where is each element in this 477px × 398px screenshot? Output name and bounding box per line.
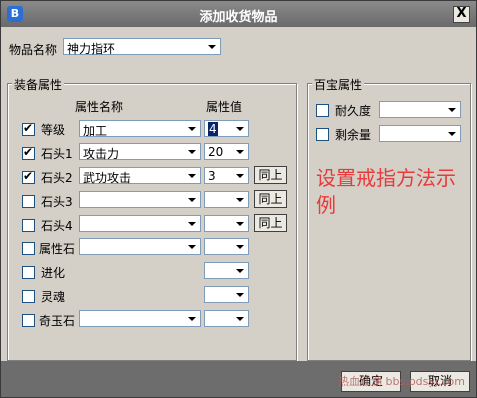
item-name-value: 神力指环 — [67, 42, 116, 56]
attr-value-combo-evolution[interactable] — [204, 262, 249, 279]
remaining-combo[interactable] — [379, 125, 461, 142]
attr-value: 3 — [208, 169, 216, 183]
attr-name-value: 武功攻击 — [83, 171, 132, 185]
checkbox-durability[interactable] — [316, 104, 329, 117]
chevron-down-icon[interactable] — [232, 263, 248, 278]
row-label-stone3: 石头3 — [41, 195, 73, 209]
checkbox-level[interactable]: ✔ — [22, 121, 35, 136]
chevron-down-icon[interactable] — [184, 192, 200, 207]
chevron-down-icon[interactable] — [184, 311, 200, 326]
checkbox-stone1[interactable]: ✔ — [22, 145, 35, 160]
check-icon: ✔ — [23, 121, 34, 135]
attr-value: 20 — [208, 145, 224, 159]
dialog-body: 物品名称 神力指环 装备属性 属性名称 属性值 ✔ 等级 加工 4 ✔ 石头1 … — [1, 27, 476, 361]
chevron-down-icon[interactable] — [232, 287, 248, 302]
attr-name-combo-stone3[interactable] — [79, 191, 201, 208]
checkbox-remaining[interactable] — [316, 128, 329, 141]
treasure-group-title: 百宝属性 — [312, 76, 365, 93]
attr-value-combo-attr-stone[interactable] — [204, 238, 249, 255]
attr-value-combo-soul[interactable] — [204, 286, 249, 303]
row-label-evolution: 进化 — [41, 266, 66, 280]
attr-value: 4 — [208, 122, 218, 136]
checkbox-stone2[interactable]: ✔ — [22, 169, 35, 184]
durability-combo[interactable] — [379, 101, 461, 118]
col-attr-name: 属性名称 — [75, 100, 124, 114]
close-button[interactable]: X — [453, 6, 470, 23]
chevron-down-icon[interactable] — [444, 102, 460, 117]
checkbox-attr-stone[interactable] — [22, 242, 35, 255]
attr-value-combo-jade-stone[interactable] — [204, 310, 249, 327]
check-icon: ✔ — [23, 169, 34, 183]
item-name-combo[interactable]: 神力指环 — [63, 38, 221, 56]
attr-name-value: 加工 — [83, 124, 108, 138]
checkbox-soul[interactable] — [22, 290, 35, 303]
attr-name-combo-stone4[interactable] — [79, 215, 201, 232]
chevron-down-icon[interactable] — [232, 239, 248, 254]
attr-name-combo-stone2[interactable]: 武功攻击 — [79, 167, 201, 185]
chevron-down-icon[interactable] — [184, 144, 200, 159]
attr-value-combo-stone2[interactable]: 3 — [204, 167, 249, 184]
same-as-above-button-stone2[interactable]: 同上 — [254, 166, 287, 184]
attr-name-combo-stone1[interactable]: 攻击力 — [79, 143, 201, 161]
checkbox-jade-stone[interactable] — [22, 314, 35, 327]
row-label-soul: 灵魂 — [41, 290, 66, 304]
watermark: 热血江湖 bbs.pdsyj.com — [338, 375, 465, 388]
attr-name-combo-jade-stone[interactable] — [79, 310, 201, 327]
equip-group-title: 装备属性 — [12, 76, 65, 93]
same-as-above-button-stone3[interactable]: 同上 — [254, 190, 287, 208]
checkbox-evolution[interactable] — [22, 266, 35, 279]
chevron-down-icon[interactable] — [232, 144, 248, 159]
attr-name-value: 攻击力 — [83, 147, 120, 161]
chevron-down-icon[interactable] — [184, 239, 200, 254]
attr-name-combo-level[interactable]: 加工 — [79, 120, 201, 138]
item-name-label: 物品名称 — [9, 43, 58, 57]
col-attr-value: 属性值 — [206, 100, 243, 114]
checkbox-stone3[interactable] — [22, 195, 35, 208]
row-label-stone4: 石头4 — [41, 219, 73, 233]
window-title: 添加收货物品 — [199, 10, 278, 25]
chevron-down-icon[interactable] — [232, 121, 248, 136]
chevron-down-icon[interactable] — [232, 311, 248, 326]
chevron-down-icon[interactable] — [232, 216, 248, 231]
chevron-down-icon[interactable] — [232, 168, 248, 183]
attr-value-combo-stone1[interactable]: 20 — [204, 143, 249, 160]
durability-label: 耐久度 — [335, 104, 372, 118]
chevron-down-icon[interactable] — [232, 192, 248, 207]
remaining-label: 剩余量 — [335, 128, 372, 142]
annotation-text: 设置戒指方法示例 — [316, 166, 456, 217]
row-label-jade-stone: 奇玉石 — [39, 314, 76, 328]
chevron-down-icon[interactable] — [204, 39, 220, 54]
chevron-down-icon[interactable] — [444, 126, 460, 141]
attr-value-combo-level[interactable]: 4 — [204, 120, 249, 137]
attr-value-combo-stone4[interactable] — [204, 215, 249, 232]
title-bar[interactable]: B 添加收货物品 X — [1, 1, 476, 27]
attr-value-combo-stone3[interactable] — [204, 191, 249, 208]
row-label-stone2: 石头2 — [41, 171, 73, 185]
dialog-window: B 添加收货物品 X 物品名称 神力指环 装备属性 属性名称 属性值 ✔ 等级 … — [0, 0, 477, 398]
checkbox-stone4[interactable] — [22, 219, 35, 232]
row-label-attr-stone: 属性石 — [39, 242, 76, 256]
row-label-stone1: 石头1 — [41, 147, 73, 161]
row-label-level: 等级 — [41, 123, 66, 137]
attr-name-combo-attr-stone[interactable] — [79, 238, 201, 255]
chevron-down-icon[interactable] — [184, 168, 200, 183]
chevron-down-icon[interactable] — [184, 216, 200, 231]
same-as-above-button-stone4[interactable]: 同上 — [254, 214, 287, 232]
check-icon: ✔ — [23, 145, 34, 159]
chevron-down-icon[interactable] — [184, 121, 200, 136]
